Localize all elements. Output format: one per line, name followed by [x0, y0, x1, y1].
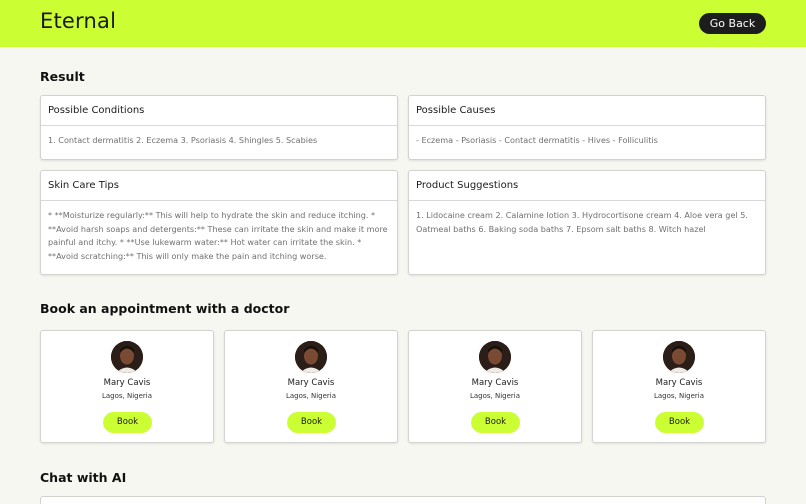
card-title: Skin Care Tips — [41, 171, 397, 201]
doctor-location: Lagos, Nigeria — [469, 392, 521, 400]
go-back-button[interactable]: Go Back — [699, 13, 766, 34]
doctor-location: Lagos, Nigeria — [285, 392, 337, 400]
doctor-avatar — [111, 341, 143, 373]
card-title: Possible Conditions — [41, 96, 397, 126]
card-body: 1. Contact dermatitis 2. Eczema 3. Psori… — [48, 135, 318, 145]
doctor-location: Lagos, Nigeria — [653, 392, 705, 400]
book-button[interactable]: Book — [655, 412, 704, 433]
product-suggestions-card: Product Suggestions 1. Lidocaine cream 2… — [408, 170, 766, 275]
doctor-avatar — [295, 341, 327, 373]
card-body: - Eczema - Psoriasis - Contact dermatiti… — [416, 135, 658, 145]
book-button[interactable]: Book — [103, 412, 152, 433]
doctor-name: Mary Cavis — [287, 378, 335, 388]
top-header: Eternal Go Back — [0, 0, 806, 47]
book-button[interactable]: Book — [471, 412, 520, 433]
chat-heading: Chat with AI — [40, 470, 127, 485]
chat-panel[interactable] — [40, 496, 766, 504]
skin-care-tips-card: Skin Care Tips * **Moisturize regularly:… — [40, 170, 398, 275]
card-title: Product Suggestions — [409, 171, 765, 201]
doctor-avatar — [663, 341, 695, 373]
brand-logo[interactable]: Eternal — [40, 9, 116, 33]
doctor-name: Mary Cavis — [103, 378, 151, 388]
doctor-card: Mary Cavis Lagos, Nigeria Book — [408, 330, 582, 443]
card-body: 1. Lidocaine cream 2. Calamine lotion 3.… — [416, 210, 748, 234]
doctor-name: Mary Cavis — [655, 378, 703, 388]
doctor-avatar — [479, 341, 511, 373]
doctor-card: Mary Cavis Lagos, Nigeria Book — [224, 330, 398, 443]
card-body: * **Moisturize regularly:** This will he… — [48, 210, 388, 261]
book-button[interactable]: Book — [287, 412, 336, 433]
result-heading: Result — [40, 69, 85, 84]
doctor-card: Mary Cavis Lagos, Nigeria Book — [40, 330, 214, 443]
doctor-location: Lagos, Nigeria — [101, 392, 153, 400]
possible-conditions-card: Possible Conditions 1. Contact dermatiti… — [40, 95, 398, 160]
doctor-name: Mary Cavis — [471, 378, 519, 388]
card-title: Possible Causes — [409, 96, 765, 126]
doctor-card: Mary Cavis Lagos, Nigeria Book — [592, 330, 766, 443]
appointment-heading: Book an appointment with a doctor — [40, 301, 290, 316]
possible-causes-card: Possible Causes - Eczema - Psoriasis - C… — [408, 95, 766, 160]
